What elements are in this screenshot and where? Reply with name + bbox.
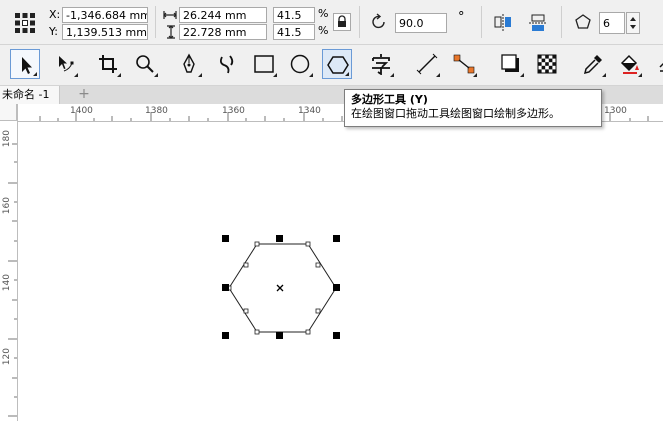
transparency-tool-button[interactable] (532, 49, 562, 79)
percent-y-label: % (318, 24, 329, 37)
pentagon-icon (574, 13, 592, 34)
spinner-down-icon (630, 25, 636, 29)
partial-tool-icon (659, 62, 663, 72)
ellipse-tool-button[interactable] (285, 49, 315, 79)
scale-y-field[interactable]: 41.5 (273, 24, 315, 40)
center-mark-icon (276, 284, 284, 292)
separator (155, 6, 156, 38)
mirror-horizontal-icon[interactable] (492, 12, 514, 37)
canvas-drawing (222, 235, 340, 339)
drop-shadow-icon (501, 54, 519, 72)
rotation-icon (370, 13, 388, 34)
node-handle (315, 262, 321, 268)
shape-node-icon (59, 56, 74, 72)
node-handle (305, 329, 311, 335)
diagonal-line-icon (416, 53, 438, 75)
paint-bucket-icon (620, 54, 639, 74)
ruler-label: 1360 (222, 106, 245, 116)
node-handle (243, 262, 249, 268)
selection-handle-w (222, 284, 229, 291)
width-icon (163, 9, 177, 24)
connector-icon (453, 54, 475, 74)
rectangle-tool-button[interactable] (249, 49, 279, 79)
ruler-label: 1380 (145, 106, 168, 116)
curve-brush-icon (219, 55, 234, 74)
degree-label: ° (458, 10, 465, 25)
crop-icon (99, 55, 117, 73)
y-label: Y: (49, 25, 58, 38)
height-field[interactable]: 22.728 mm (179, 24, 267, 40)
lock-icon (338, 15, 346, 27)
toolbox (0, 45, 663, 86)
node-handle (315, 308, 321, 314)
connector-tool-button[interactable] (449, 49, 479, 79)
artistic-media-tool-button[interactable] (212, 49, 242, 79)
lock-ratio-button[interactable] (333, 13, 351, 31)
eyedropper-icon (583, 55, 602, 75)
x-position-field[interactable]: -1,346.684 mm (62, 7, 148, 23)
mirror-vertical-icon[interactable] (527, 12, 549, 37)
pick-tool-button[interactable] (10, 49, 40, 79)
selection-handle-nw (222, 235, 229, 242)
sides-spinner[interactable] (626, 12, 640, 34)
sides-field[interactable]: 6 (599, 12, 625, 34)
object-origin-icon[interactable] (14, 12, 36, 37)
text-char-icon (372, 54, 390, 75)
separator (481, 6, 482, 38)
document-tab[interactable]: 未命名 -1 (0, 86, 61, 104)
selection-handle-ne (333, 235, 340, 242)
zoom-tool-button[interactable] (130, 49, 160, 79)
ruler-origin-corner[interactable] (0, 104, 17, 121)
rotation-field[interactable]: 90.0 (395, 13, 447, 33)
polygon-tool-tooltip: 多边形工具 (Y) 在绘图窗口拖动工具绘图窗口绘制多边形。 (344, 89, 602, 127)
freehand-tool-button[interactable] (174, 49, 204, 79)
selection-handle-e (333, 284, 340, 291)
pen-nib-icon (183, 53, 195, 73)
drawing-canvas[interactable] (18, 122, 663, 421)
tooltip-description: 在绘图窗口拖动工具绘图窗口绘制多边形。 (351, 107, 560, 120)
selection-handle-sw (222, 332, 229, 339)
eyedropper-tool-button[interactable] (578, 49, 608, 79)
property-bar: X: -1,346.684 mm Y: 1,139.513 mm 26.244 … (0, 0, 663, 45)
scale-x-field[interactable]: 41.5 (273, 7, 315, 23)
ruler-label: 160 (2, 197, 12, 215)
ruler-label: 120 (2, 348, 12, 366)
ruler-label: 1400 (70, 106, 93, 116)
node-handle (305, 241, 311, 247)
separator (561, 6, 562, 38)
width-field[interactable]: 26.244 mm (179, 7, 267, 23)
rectangle-icon (254, 55, 274, 73)
selection-handle-n (276, 235, 283, 242)
ruler-label: 1300 (604, 106, 627, 116)
x-label: X: (49, 8, 61, 21)
hexagon-shape (228, 243, 337, 333)
spinner-up-icon (630, 17, 636, 21)
checkerboard-icon (537, 54, 557, 74)
vertical-ruler[interactable]: 180 160 140 120 (0, 104, 18, 421)
node-handle (243, 308, 249, 314)
ruler-label: 1340 (298, 106, 321, 116)
drop-shadow-tool-button[interactable] (496, 49, 526, 79)
node-handle (254, 241, 260, 247)
node-handle (254, 329, 260, 335)
smart-fill-tool-button[interactable] (652, 49, 663, 79)
selection-handle-s (276, 332, 283, 339)
tooltip-title: 多边形工具 (Y) (351, 93, 428, 106)
separator (359, 6, 360, 38)
height-icon (165, 25, 177, 42)
add-tab-button[interactable]: + (76, 87, 92, 102)
dimension-tool-button[interactable] (412, 49, 442, 79)
ruler-label: 140 (2, 274, 12, 292)
crop-tool-button[interactable] (93, 49, 123, 79)
magnifier-icon (136, 55, 154, 73)
interactive-fill-tool-button[interactable] (614, 49, 644, 79)
ruler-label: 180 (2, 130, 12, 148)
y-position-field[interactable]: 1,139.513 mm (62, 24, 148, 40)
text-tool-button[interactable] (366, 49, 396, 79)
percent-x-label: % (318, 7, 329, 20)
shape-tool-button[interactable] (50, 49, 80, 79)
polygon-tool-button[interactable] (322, 49, 352, 79)
ellipse-icon (290, 54, 310, 74)
selection-handle-se (333, 332, 340, 339)
